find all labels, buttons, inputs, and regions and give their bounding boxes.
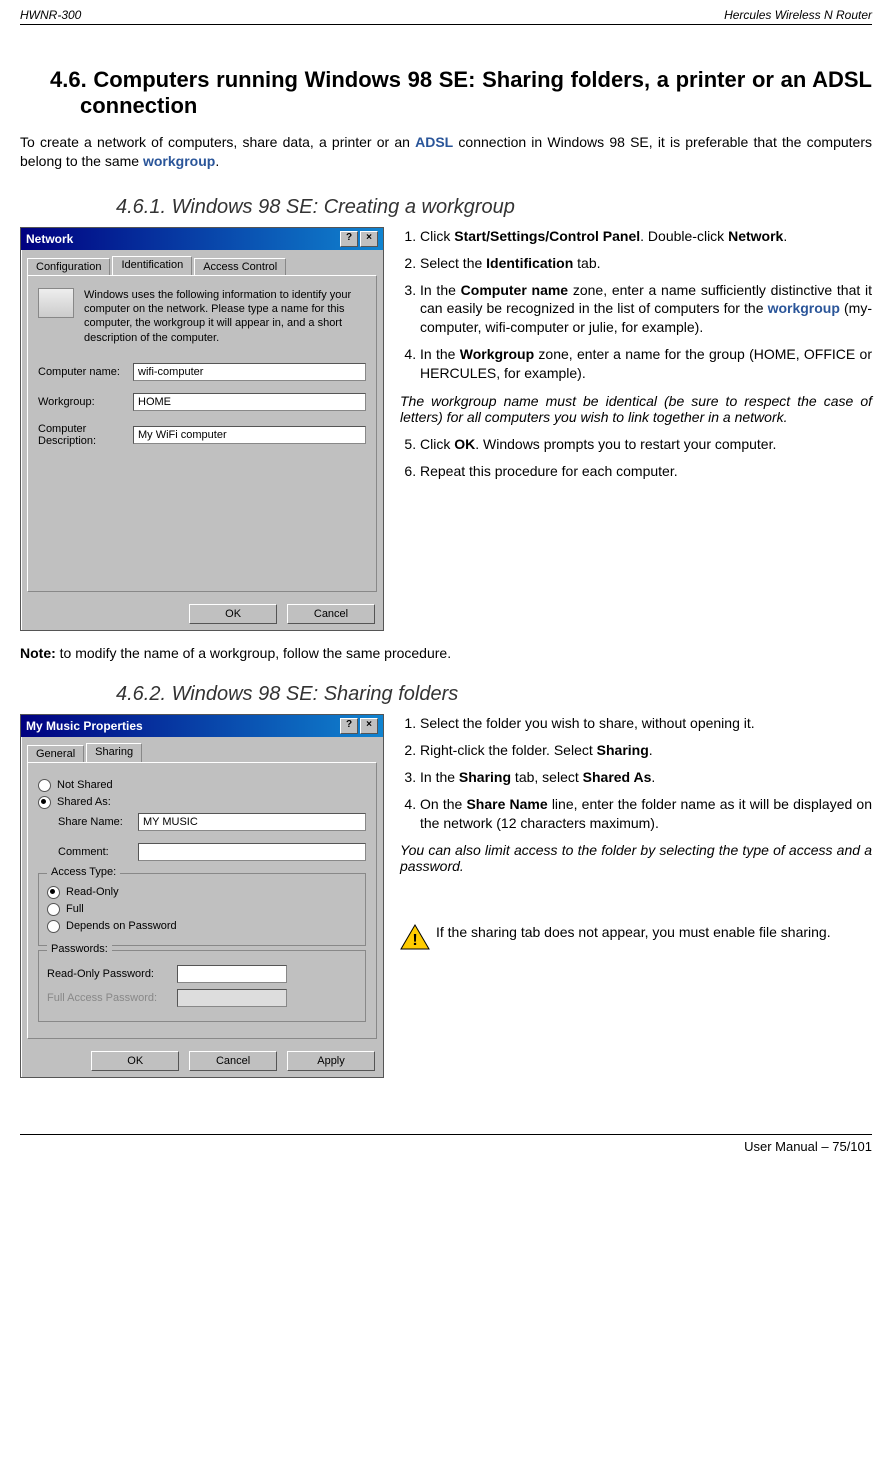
apply-button[interactable]: Apply: [287, 1051, 375, 1071]
share-name-input[interactable]: MY MUSIC: [138, 813, 366, 831]
depends-label: Depends on Password: [66, 920, 177, 932]
header-right: Hercules Wireless N Router: [724, 8, 872, 22]
ok-button-2[interactable]: OK: [91, 1051, 179, 1071]
read-only-label: Read-Only: [66, 886, 119, 898]
dialog-titlebar: Network ? ×: [21, 228, 383, 250]
dialog-info-text: Windows uses the following information t…: [84, 288, 366, 345]
full-access-pw-label: Full Access Password:: [47, 992, 177, 1004]
computer-icon: [38, 288, 74, 318]
close-button[interactable]: ×: [360, 231, 378, 247]
tab-access-control[interactable]: Access Control: [194, 258, 286, 275]
adsl-term: ADSL: [415, 134, 453, 150]
svg-text:!: !: [412, 932, 417, 949]
read-only-pw-label: Read-Only Password:: [47, 968, 177, 980]
network-dialog: Network ? × Configuration Identification…: [20, 227, 384, 631]
read-only-pw-input[interactable]: [177, 965, 287, 983]
step2-3: In the Sharing tab, select Shared As.: [420, 768, 872, 787]
ok-button[interactable]: OK: [189, 604, 277, 624]
tab-general[interactable]: General: [27, 745, 84, 762]
radio-depends[interactable]: [47, 920, 60, 933]
close-button[interactable]: ×: [360, 718, 378, 734]
section-4-6-1-title: 4.6.1. Windows 98 SE: Creating a workgro…: [116, 196, 872, 219]
step2-1: Select the folder you wish to share, wit…: [420, 714, 872, 733]
full-label: Full: [66, 903, 84, 915]
tab-identification[interactable]: Identification: [112, 256, 192, 275]
properties-dialog: My Music Properties ? × General Sharing …: [20, 714, 384, 1078]
steps-4-6-1: Click Start/Settings/Control Panel. Doub…: [400, 227, 872, 489]
access-type-legend: Access Type:: [47, 866, 120, 878]
step-3: In the Computer name zone, enter a name …: [420, 281, 872, 338]
step-2: Select the Identification tab.: [420, 254, 872, 273]
share-name-label: Share Name:: [58, 816, 138, 828]
steps-4-6-2: Select the folder you wish to share, wit…: [400, 714, 872, 950]
workgroup-note: The workgroup name must be identical (be…: [400, 393, 872, 425]
workgroup-label: Workgroup:: [38, 396, 133, 408]
step2-4: On the Share Name line, enter the folder…: [420, 795, 872, 833]
page-header: HWNR-300 Hercules Wireless N Router: [20, 8, 872, 25]
intro-paragraph: To create a network of computers, share …: [20, 133, 872, 171]
section-heading: Computers running Windows 98 SE: Sharing…: [80, 67, 872, 118]
cancel-button-2[interactable]: Cancel: [189, 1051, 277, 1071]
tab-sharing[interactable]: Sharing: [86, 743, 142, 762]
dialog-titlebar-2: My Music Properties ? ×: [21, 715, 383, 737]
dialog-title: Network: [26, 232, 73, 246]
step2-2: Right-click the folder. Select Sharing.: [420, 741, 872, 760]
help-button[interactable]: ?: [340, 718, 358, 734]
access-limit-note: You can also limit access to the folder …: [400, 842, 872, 874]
computer-name-label: Computer name:: [38, 366, 133, 378]
workgroup-term: workgroup: [143, 153, 215, 169]
warning-icon: !: [400, 924, 430, 950]
not-shared-label: Not Shared: [57, 779, 113, 791]
comment-label: Comment:: [58, 846, 138, 858]
step-6: Repeat this procedure for each computer.: [420, 462, 872, 481]
section-number: 4.6.: [50, 67, 87, 92]
computer-name-input[interactable]: wifi-computer: [133, 363, 366, 381]
shared-as-label: Shared As:: [57, 796, 111, 808]
section-4-6-2-title: 4.6.2. Windows 98 SE: Sharing folders: [116, 683, 872, 706]
description-label: Computer Description:: [38, 423, 133, 447]
section-4-6-title: 4.6. Computers running Windows 98 SE: Sh…: [50, 67, 872, 119]
header-left: HWNR-300: [20, 8, 81, 22]
step-1: Click Start/Settings/Control Panel. Doub…: [420, 227, 872, 246]
step-4: In the Workgroup zone, enter a name for …: [420, 345, 872, 383]
warning-text: If the sharing tab does not appear, you …: [436, 924, 831, 940]
page-footer: User Manual – 75/101: [20, 1134, 872, 1154]
step-5: Click OK. Windows prompts you to restart…: [420, 435, 872, 454]
workgroup-input[interactable]: HOME: [133, 393, 366, 411]
radio-read-only[interactable]: [47, 886, 60, 899]
dialog-title-2: My Music Properties: [26, 719, 143, 733]
modify-workgroup-note: Note: to modify the name of a workgroup,…: [20, 645, 872, 661]
radio-not-shared[interactable]: [38, 779, 51, 792]
comment-input[interactable]: [138, 843, 366, 861]
help-button[interactable]: ?: [340, 231, 358, 247]
warning-box: ! If the sharing tab does not appear, yo…: [400, 924, 872, 950]
full-access-pw-input: [177, 989, 287, 1007]
passwords-legend: Passwords:: [47, 943, 112, 955]
cancel-button[interactable]: Cancel: [287, 604, 375, 624]
description-input[interactable]: My WiFi computer: [133, 426, 366, 444]
radio-shared-as[interactable]: [38, 796, 51, 809]
tab-configuration[interactable]: Configuration: [27, 258, 110, 275]
radio-full[interactable]: [47, 903, 60, 916]
